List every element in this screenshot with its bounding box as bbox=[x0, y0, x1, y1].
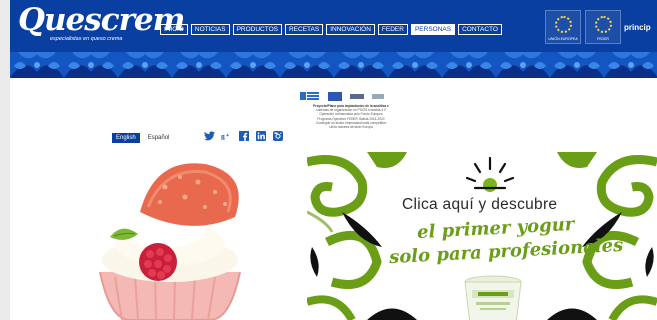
promo-headline: Clica aquí y descubre bbox=[402, 196, 558, 213]
twitter-icon[interactable] bbox=[204, 130, 215, 141]
yogurt-promo-banner[interactable]: Clica aquí y descubre el primer yogur so… bbox=[307, 152, 657, 320]
funding-info-line: Operación cofinanciada polo Fondo Europe… bbox=[319, 112, 383, 117]
eu-flag-icon bbox=[328, 91, 342, 101]
galicia-logo bbox=[372, 93, 384, 99]
google-plus-icon[interactable]: g + bbox=[221, 130, 232, 141]
decorative-band bbox=[10, 52, 657, 78]
funding-logos bbox=[300, 91, 384, 101]
language-switcher: English Español bbox=[112, 133, 173, 143]
social-links: g + bbox=[204, 130, 283, 141]
logo-tagline: especialistas en queso crema bbox=[50, 36, 123, 42]
funding-info-text: Proyecto/Plano para implantación de la a… bbox=[310, 104, 392, 129]
nav-item-inicio[interactable]: INICIO bbox=[160, 24, 188, 35]
funding-info-line: Unha maneira de facer Europa bbox=[329, 125, 373, 130]
language-option-espanol[interactable]: Español bbox=[144, 133, 174, 143]
nav-item-recetas[interactable]: RECETAS bbox=[285, 24, 324, 35]
language-option-english[interactable]: English bbox=[112, 133, 140, 143]
nav-item-innovacion[interactable]: INNOVACIÓN bbox=[326, 24, 375, 35]
xunta-logo bbox=[300, 91, 320, 101]
eu-flag-icon bbox=[595, 16, 612, 33]
nav-item-feder[interactable]: FEDER bbox=[377, 24, 408, 35]
band-pattern bbox=[10, 52, 657, 78]
quescrem-logo[interactable]: Quescrem especialistas en queso crema bbox=[16, 2, 185, 48]
facebook-icon[interactable] bbox=[238, 130, 249, 141]
site-header: Quescrem especialistas en queso crema IN… bbox=[10, 0, 657, 52]
eu-flag-icon bbox=[555, 16, 572, 33]
eu-badge: UNIÓN EUROPEA bbox=[545, 10, 581, 44]
eu-badges: UNIÓN EUROPEA FEDER bbox=[545, 10, 621, 44]
eu-badge-label: UNIÓN EUROPEA bbox=[548, 37, 578, 41]
svg-text:g: g bbox=[221, 131, 225, 140]
page: Quescrem especialistas en queso crema IN… bbox=[10, 0, 657, 320]
sun-icon bbox=[465, 156, 515, 192]
nav-item-productos[interactable]: PRODUCTOS bbox=[232, 24, 282, 35]
svg-text:+: + bbox=[226, 132, 229, 138]
eu-badge: FEDER bbox=[585, 10, 621, 44]
dessert-banner[interactable] bbox=[40, 152, 310, 320]
eu-badge-label: FEDER bbox=[597, 37, 609, 41]
nav-item-contacto[interactable]: CONTACTO bbox=[458, 24, 502, 35]
yogurt-tub-image bbox=[464, 275, 522, 320]
instagram-icon[interactable] bbox=[272, 130, 283, 141]
nav-item-personas[interactable]: PERSONAS bbox=[410, 24, 456, 35]
header-right-link[interactable]: princip bbox=[624, 23, 651, 32]
igape-logo bbox=[350, 93, 364, 99]
nav-item-noticias[interactable]: NOTICIAS bbox=[190, 24, 230, 35]
dessert-image bbox=[99, 163, 241, 320]
linkedin-icon[interactable] bbox=[255, 130, 266, 141]
main-nav: INICIO NOTICIAS PRODUCTOS RECETAS INNOVACIÓN… bbox=[160, 24, 502, 35]
